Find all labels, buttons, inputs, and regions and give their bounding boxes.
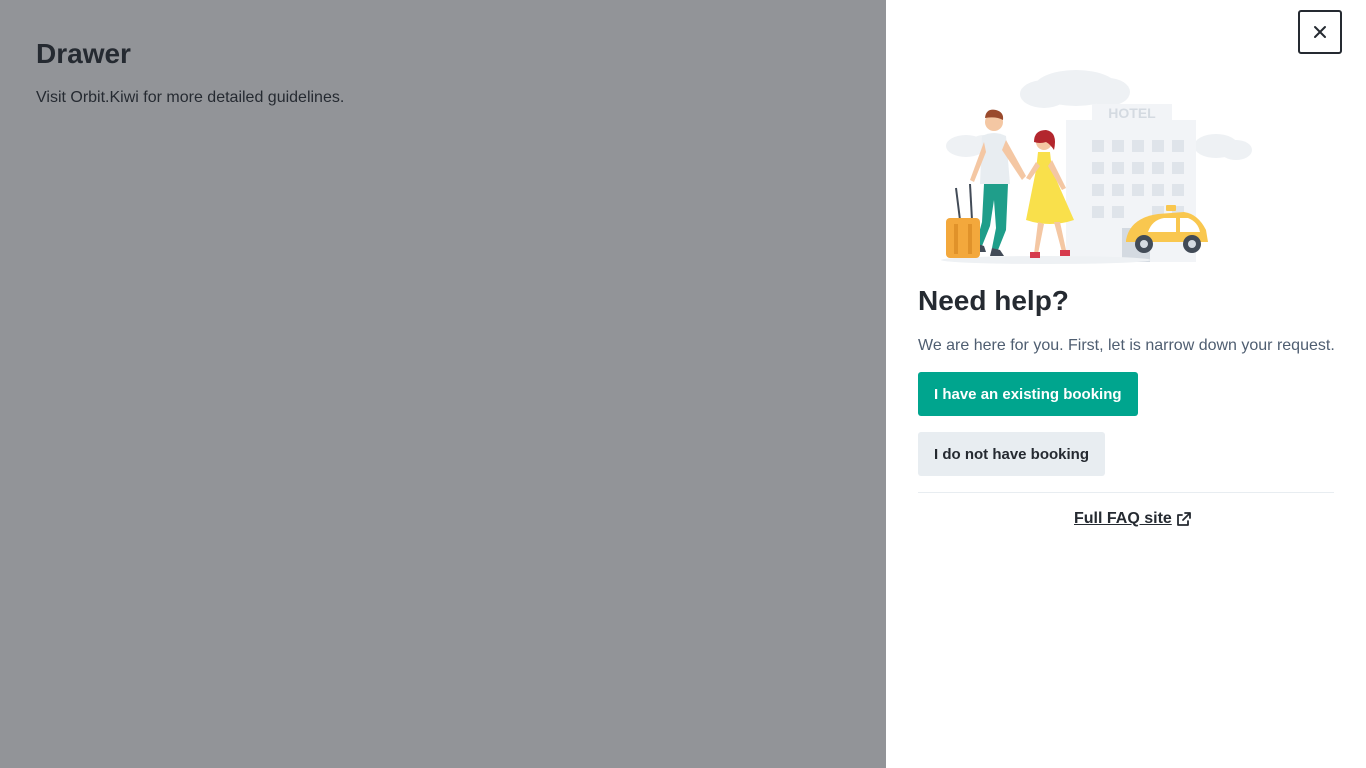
close-button[interactable]	[1298, 10, 1342, 54]
no-booking-button[interactable]: I do not have booking	[918, 432, 1105, 476]
help-title: Need help?	[918, 285, 1069, 316]
close-icon	[1314, 26, 1326, 38]
hotel-sign-text: HOTEL	[1108, 105, 1156, 121]
divider	[918, 492, 1334, 493]
full-faq-link[interactable]: Full FAQ site	[1074, 507, 1192, 531]
external-link-icon	[1176, 512, 1191, 526]
help-drawer: HOTEL Need help? We are here for you. Fi…	[886, 0, 1366, 768]
help-description: We are here for you. First, let is narro…	[918, 337, 1335, 354]
hotel-couple-taxi-illustration: HOTEL	[941, 70, 1252, 264]
faq-link-label: Full FAQ site	[1074, 510, 1172, 527]
existing-booking-button[interactable]: I have an existing booking	[918, 372, 1138, 416]
